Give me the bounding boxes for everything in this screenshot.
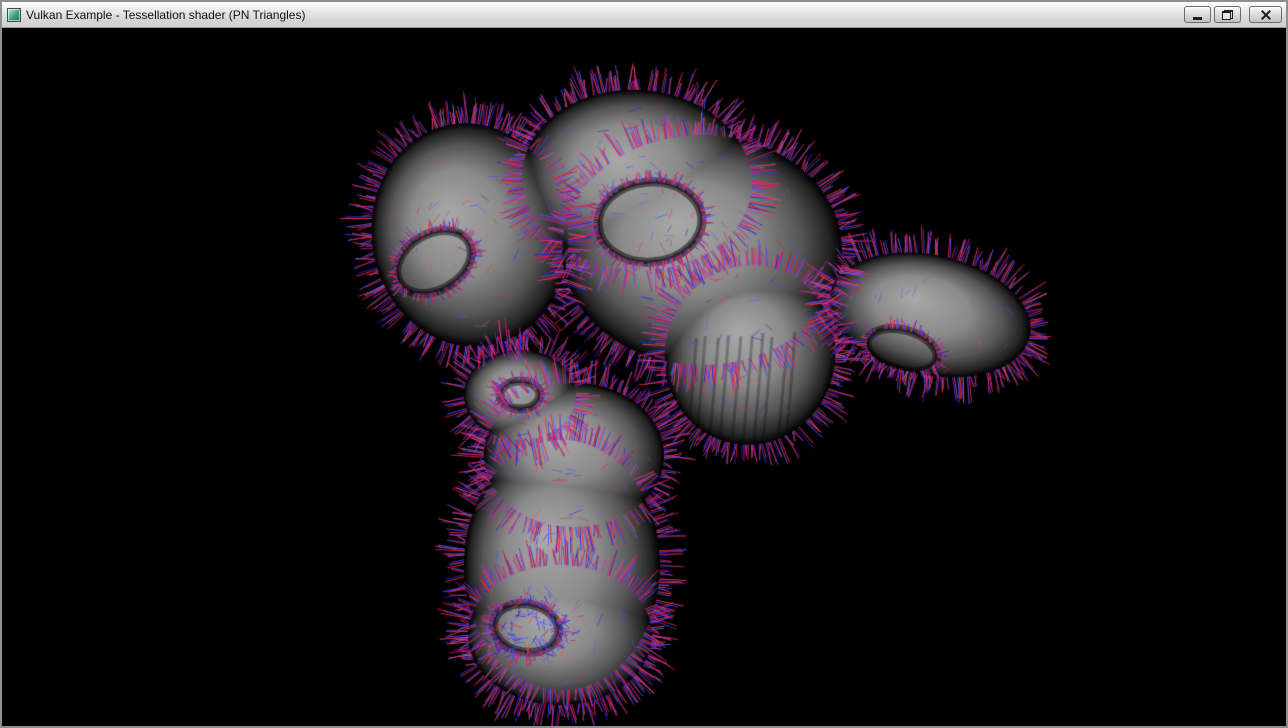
window-title: Vulkan Example - Tessellation shader (PN…	[26, 8, 1173, 22]
minimize-icon	[1193, 17, 1202, 20]
vulkan-render-viewport[interactable]	[2, 28, 1286, 726]
app-icon	[7, 8, 21, 22]
close-button[interactable]	[1249, 6, 1282, 23]
titlebar[interactable]: Vulkan Example - Tessellation shader (PN…	[2, 2, 1286, 28]
minimize-button[interactable]	[1184, 6, 1211, 23]
app-window: Vulkan Example - Tessellation shader (PN…	[0, 0, 1288, 728]
close-icon	[1260, 9, 1272, 21]
window-controls	[1181, 6, 1282, 23]
maximize-button[interactable]	[1214, 6, 1241, 23]
restore-icon	[1222, 10, 1233, 20]
